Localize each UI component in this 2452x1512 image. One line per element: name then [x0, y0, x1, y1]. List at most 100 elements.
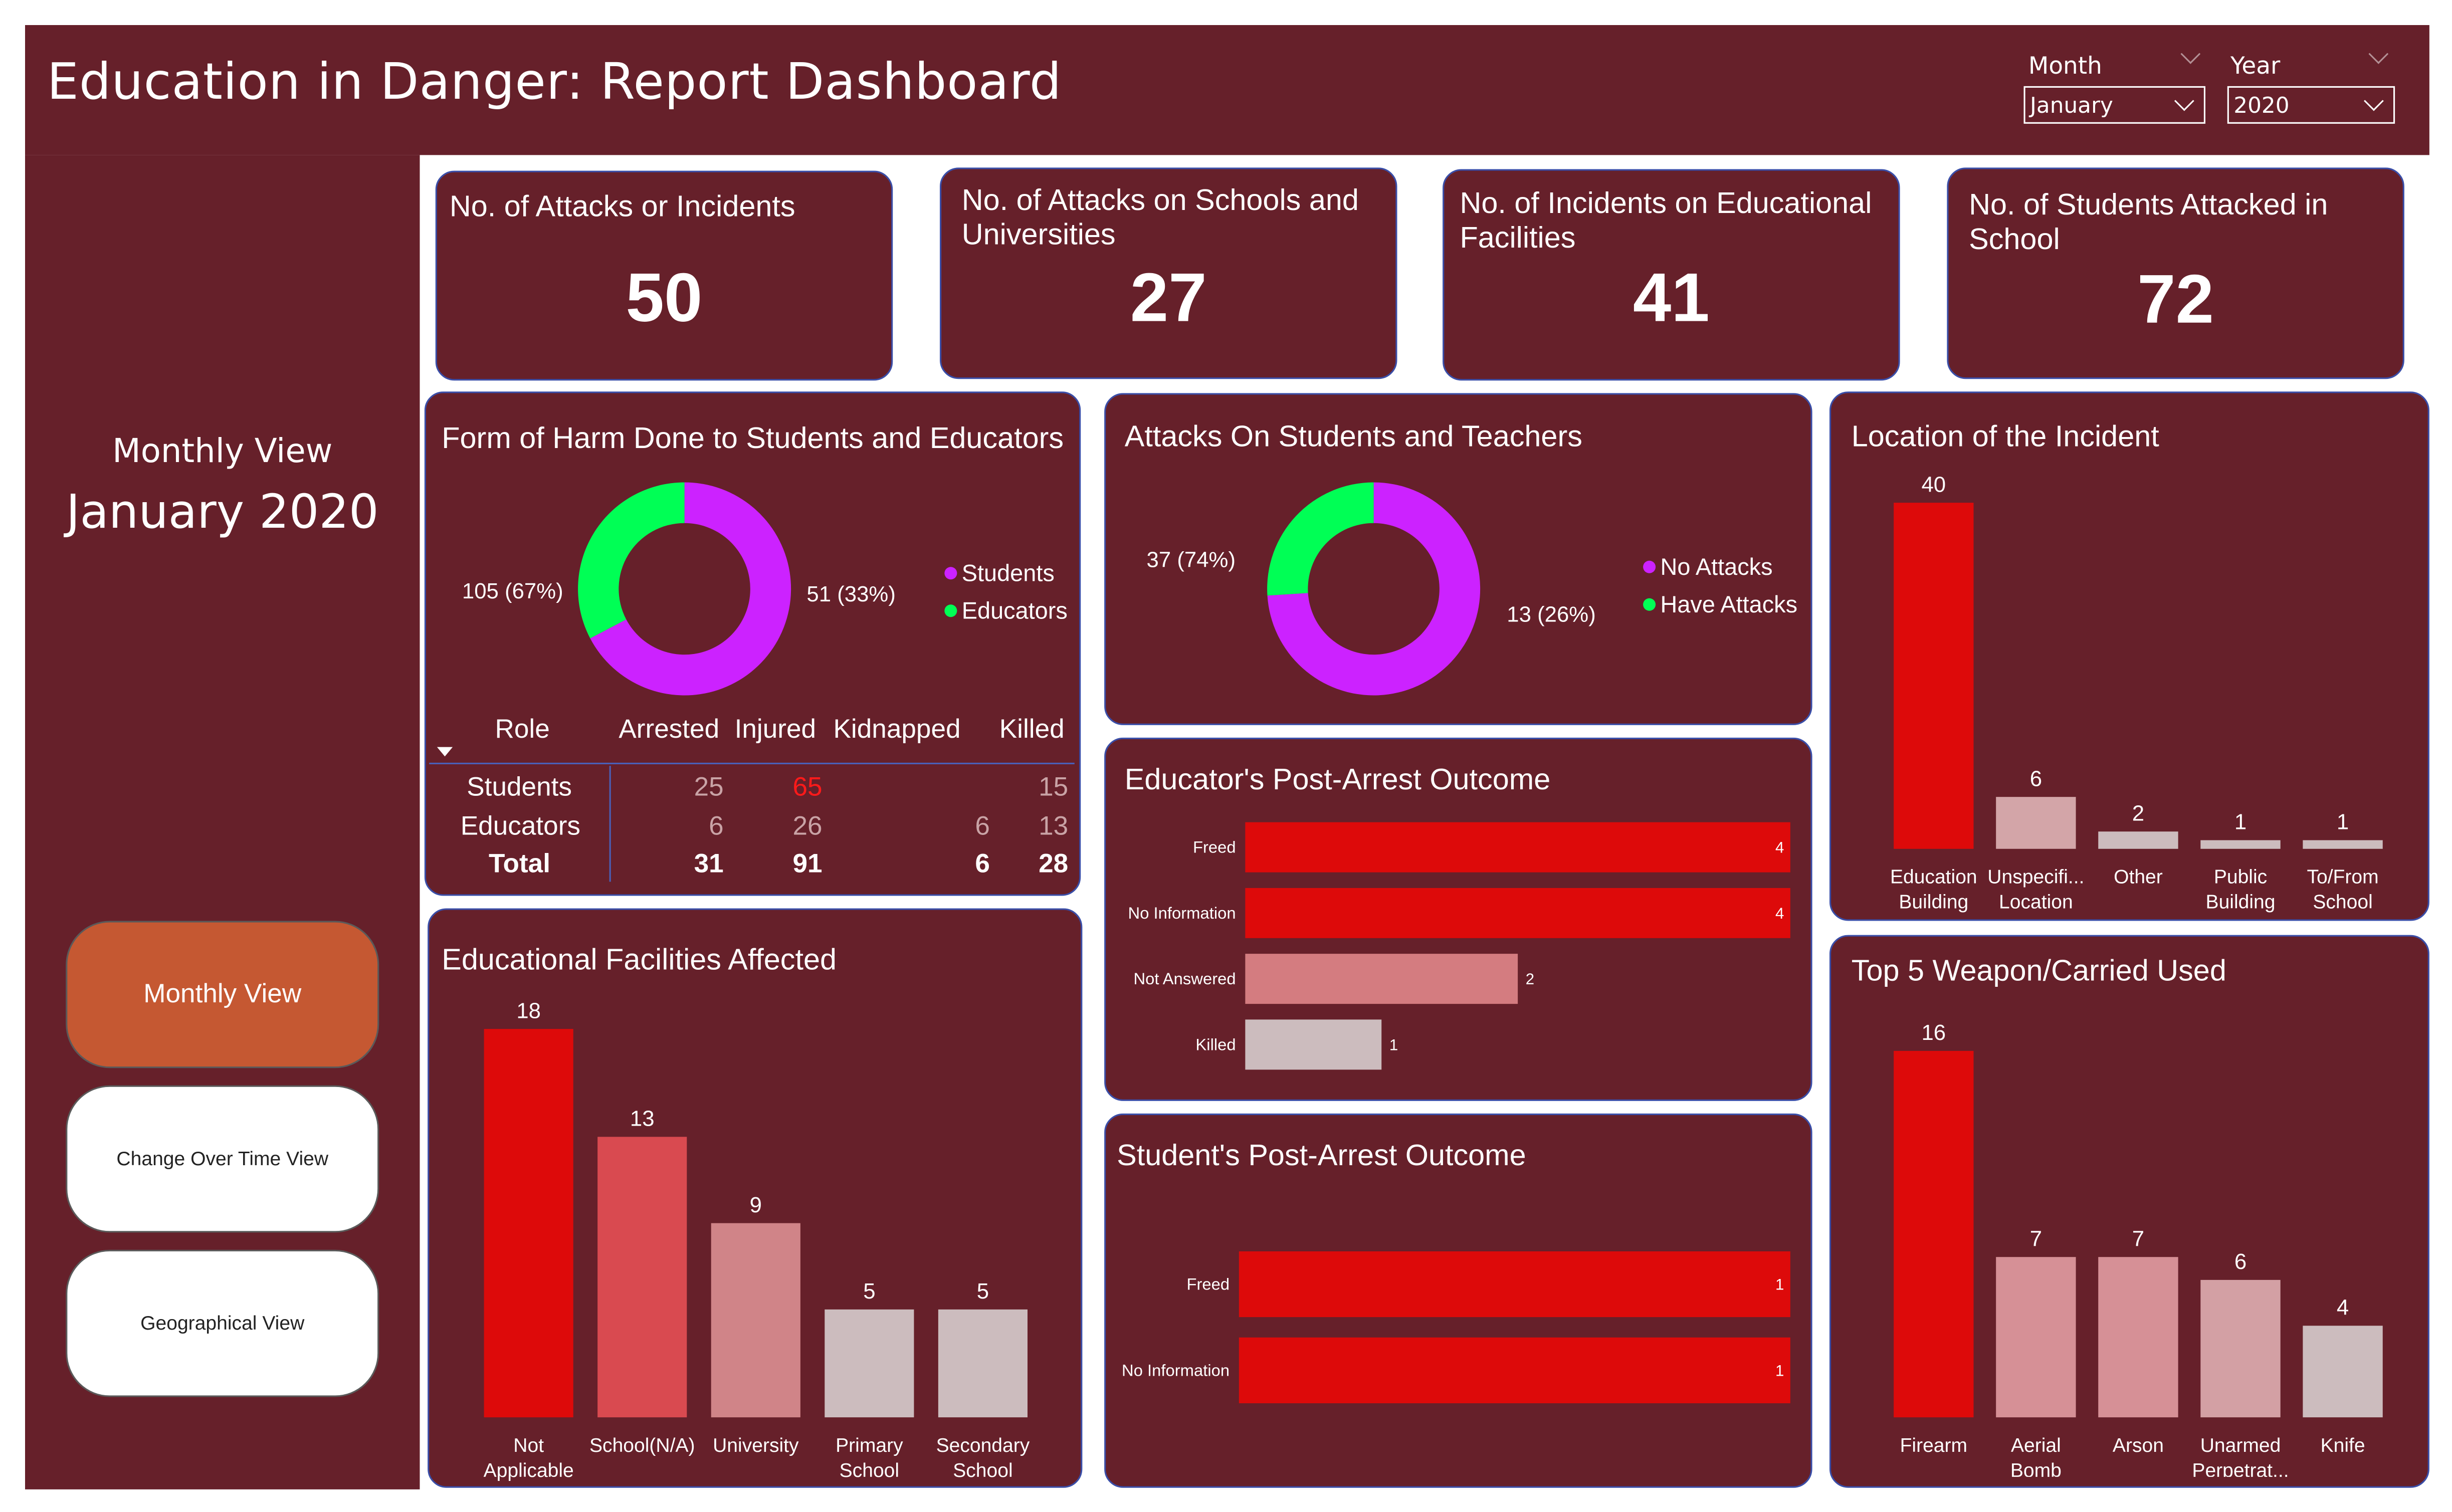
category-label: School	[2313, 892, 2372, 913]
data-label: 1	[1389, 1036, 1398, 1053]
category-label: Perpetrat...	[2192, 1460, 2289, 1477]
donut-label-educators: 51 (33%)	[806, 581, 896, 606]
legend-item-have-attacks[interactable]: Have Attacks	[1643, 592, 1797, 618]
bar[interactable]	[484, 1029, 573, 1418]
column-header[interactable]: Role	[495, 714, 550, 746]
data-label: 4	[2337, 1295, 2349, 1320]
monthly-view-button[interactable]: Monthly View	[66, 921, 379, 1068]
category-label: Building	[1899, 892, 1968, 913]
column-header[interactable]: Kidnapped	[834, 714, 961, 746]
bar[interactable]	[2098, 1257, 2178, 1418]
legend-item-no-attacks[interactable]: No Attacks	[1643, 554, 1773, 581]
bar[interactable]	[1996, 1257, 2076, 1418]
category-label: Education	[1890, 867, 1977, 888]
page-title: Education in Danger: Report Dashboard	[47, 52, 1062, 111]
cell-killed: 13	[1039, 811, 1069, 841]
bar[interactable]	[1245, 954, 1518, 1004]
data-label: 1	[1775, 1275, 1784, 1293]
category-label: University	[713, 1435, 799, 1456]
month-filter-label: Month	[2028, 52, 2102, 80]
bar[interactable]	[1996, 797, 2076, 849]
bar[interactable]	[1894, 1050, 1974, 1418]
bar[interactable]	[597, 1137, 687, 1418]
bar[interactable]	[2098, 831, 2178, 849]
bar[interactable]	[2200, 840, 2281, 849]
bar[interactable]	[825, 1309, 914, 1418]
bar[interactable]	[1239, 1337, 1790, 1403]
view-label: Monthly View	[112, 432, 333, 470]
bar[interactable]	[1245, 822, 1790, 873]
period-label: January 2020	[66, 485, 379, 541]
attacks-panel: Attacks On Students and Teachers 37 (74%…	[1104, 393, 1812, 725]
change-over-time-view-button[interactable]: Change Over Time View	[66, 1085, 379, 1233]
category-label: School	[953, 1460, 1012, 1481]
column-header[interactable]: Injured	[735, 714, 816, 746]
data-label: 6	[2030, 766, 2042, 791]
panel-title: Location of the Incident	[1851, 421, 2159, 455]
bar[interactable]	[1245, 1019, 1382, 1070]
bar[interactable]	[1894, 503, 1974, 849]
kpi-title: No. of Attacks or Incidents	[449, 191, 795, 224]
legend-item-students[interactable]: Students	[944, 560, 1055, 587]
sort-descending-icon[interactable]	[437, 747, 453, 757]
category-label: Primary	[836, 1435, 903, 1456]
data-label: 9	[750, 1193, 762, 1217]
data-label: 1	[2337, 810, 2349, 834]
category-label: Not Answered	[1133, 969, 1236, 988]
legend-item-educators[interactable]: Educators	[944, 598, 1068, 625]
category-label: Secondary	[936, 1435, 1030, 1456]
donut-label-students: 105 (67%)	[462, 578, 563, 603]
category-label: Building	[2206, 892, 2276, 913]
monthly-view-button-label: Monthly View	[143, 979, 302, 1009]
student-outcome-chart: Freed 1 No Information 1	[1122, 1251, 1790, 1403]
bar[interactable]	[2200, 1279, 2281, 1418]
table-header-divider	[429, 762, 1075, 765]
weapons-panel: Top 5 Weapon/Carried Used 16 Firearm 7 Aeri…	[1829, 935, 2429, 1488]
panel-title: Student's Post-Arrest Outcome	[1117, 1140, 1526, 1173]
month-filter-dropdown[interactable]: January	[2023, 86, 2205, 124]
bar[interactable]	[1245, 888, 1790, 938]
chevron-down-icon	[2174, 91, 2194, 111]
category-label: Knife	[2321, 1435, 2365, 1456]
total-arrested: 31	[694, 848, 724, 879]
panel-title: Top 5 Weapon/Carried Used	[1851, 955, 2226, 988]
column-header[interactable]: Killed	[999, 714, 1065, 746]
legend-label: Students	[961, 560, 1055, 587]
row-label-educators: Educators	[460, 811, 580, 841]
row-label-total: Total	[489, 848, 550, 879]
kpi-value: 41	[1632, 260, 1710, 337]
facilities-chart: 18 Not Applicable 13 School(N/A) 9 University 5…	[484, 998, 1030, 1481]
category-label: Location	[1999, 892, 2073, 913]
bar[interactable]	[2303, 840, 2383, 849]
donut-slice-have-attacks[interactable]	[1267, 482, 1374, 596]
location-chart: 40 Education Building 6 Unspecifi... Location…	[1890, 472, 2383, 913]
kpi-value: 50	[626, 260, 703, 337]
month-filter-value: January	[2030, 94, 2113, 119]
donut-label-no-attacks: 37 (74%)	[1146, 546, 1236, 572]
legend-label: Educators	[961, 598, 1068, 625]
location-panel: Location of the Incident 40 Education Buil…	[1829, 391, 2429, 921]
donut-label-have-attacks: 13 (26%)	[1507, 601, 1596, 626]
legend-dot	[1643, 598, 1656, 611]
geographical-view-button[interactable]: Geographical View	[66, 1249, 379, 1397]
educator-outcome-chart: Freed 4 No Information 4 Not Answered 2 Killed…	[1128, 822, 1790, 1070]
year-filter-dropdown[interactable]: 2020	[2227, 86, 2395, 124]
data-label: 1	[2234, 810, 2246, 834]
panel-title: Form of Harm Done to Students and Educat…	[442, 422, 1064, 456]
category-label: No Information	[1128, 904, 1236, 922]
panel-title: Educational Facilities Affected	[442, 944, 837, 977]
geographical-view-button-label: Geographical View	[140, 1312, 305, 1335]
category-label: Unspecifi...	[1987, 867, 2084, 888]
data-label: 1	[1775, 1362, 1784, 1379]
cell-killed: 15	[1039, 772, 1069, 802]
cell-arrested: 6	[709, 811, 724, 841]
bar[interactable]	[2303, 1326, 2383, 1418]
donut-slice-educators[interactable]	[578, 482, 685, 638]
bar[interactable]	[938, 1309, 1028, 1418]
bar[interactable]	[711, 1223, 800, 1418]
category-label: Arson	[2113, 1435, 2164, 1456]
category-label: Bomb	[2010, 1460, 2062, 1477]
column-header[interactable]: Arrested	[619, 714, 719, 746]
bar[interactable]	[1239, 1251, 1790, 1318]
cell-arrested: 25	[694, 772, 724, 802]
